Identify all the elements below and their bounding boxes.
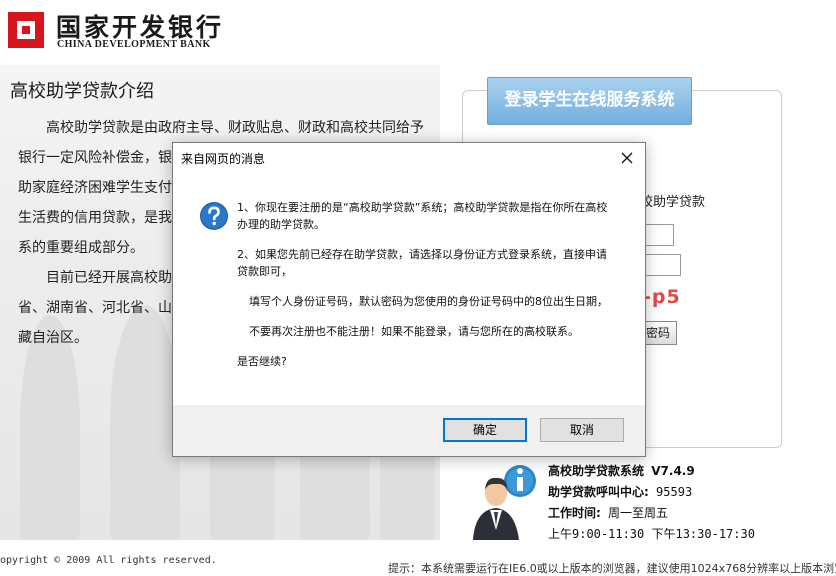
login-option-text: 校助学贷款 — [640, 195, 706, 210]
dialog-paragraph: 填写个人身份证号码，默认密码为您使用的身份证号码中的8位出生日期， — [249, 295, 608, 308]
browser-tip: 提示：本系统需要运行在IE6.0或以上版本的浏览器，建议使用1024x768分辨… — [388, 562, 836, 575]
dialog-paragraph: 2、如果您先前已经存在助学贷款，请选择以身份证方式登录系统，直接申请贷款即可， — [237, 248, 607, 278]
hotline-number: 95593 — [656, 485, 693, 499]
intro-title: 高校助学贷款介绍 — [10, 81, 154, 102]
intro-line: 高校助学贷款是由政府主导、财政贴息、财政和高校共同给予 — [18, 120, 424, 136]
dialog-paragraph: 是否继续? — [237, 355, 287, 368]
dialog-paragraph: 1、你现在要注册的是“高校助学贷款”系统；高校助学贷款是指在你所在高校办理的助学… — [237, 201, 608, 231]
dialog-paragraph: 不要再次注册也不能注册！如果不能登录，请与您所在的高校联系。 — [249, 325, 579, 338]
question-icon — [200, 202, 228, 230]
bank-name-en: CHINA DEVELOPMENT BANK — [57, 39, 211, 50]
system-version: V7.4.9 — [651, 464, 695, 478]
close-icon[interactable] — [615, 146, 639, 170]
dialog-titlebar[interactable]: 来自网页的消息 — [173, 143, 645, 173]
help-info: 高校助学贷款系统 V7.4.9 助学贷款呼叫中心: 95593 工作时间: 周一… — [548, 461, 755, 545]
customer-service-icon — [473, 465, 536, 540]
ok-button[interactable]: 确定 — [443, 418, 527, 442]
system-name: 高校助学贷款系统 — [548, 464, 645, 478]
captcha-image[interactable]: -p5 — [643, 286, 681, 308]
password-input[interactable] — [641, 254, 681, 276]
dialog-title: 来自网页的消息 — [181, 152, 266, 166]
dialog-footer: 确定 取消 — [173, 405, 645, 456]
confirm-dialog: 来自网页的消息 1、你现在要注册的是“高校助学贷款”系统；高校助学贷款是指在你所… — [172, 142, 646, 457]
login-system-tab[interactable]: 登录学生在线服务系统 — [487, 77, 692, 125]
copyright-text: opyright © 2009 All rights reserved. — [0, 555, 217, 566]
hotline-label: 助学贷款呼叫中心: — [548, 485, 649, 499]
cancel-button[interactable]: 取消 — [540, 418, 624, 442]
bank-logo-icon — [8, 12, 44, 48]
dialog-message: 1、你现在要注册的是“高校助学贷款”系统；高校助学贷款是指在你所在高校办理的助学… — [237, 199, 617, 370]
working-days: 周一至周五 — [608, 506, 669, 520]
working-hours: 上午9:00-11:30 下午13:30-17:30 — [548, 527, 755, 541]
hours-label: 工作时间: — [548, 506, 601, 520]
